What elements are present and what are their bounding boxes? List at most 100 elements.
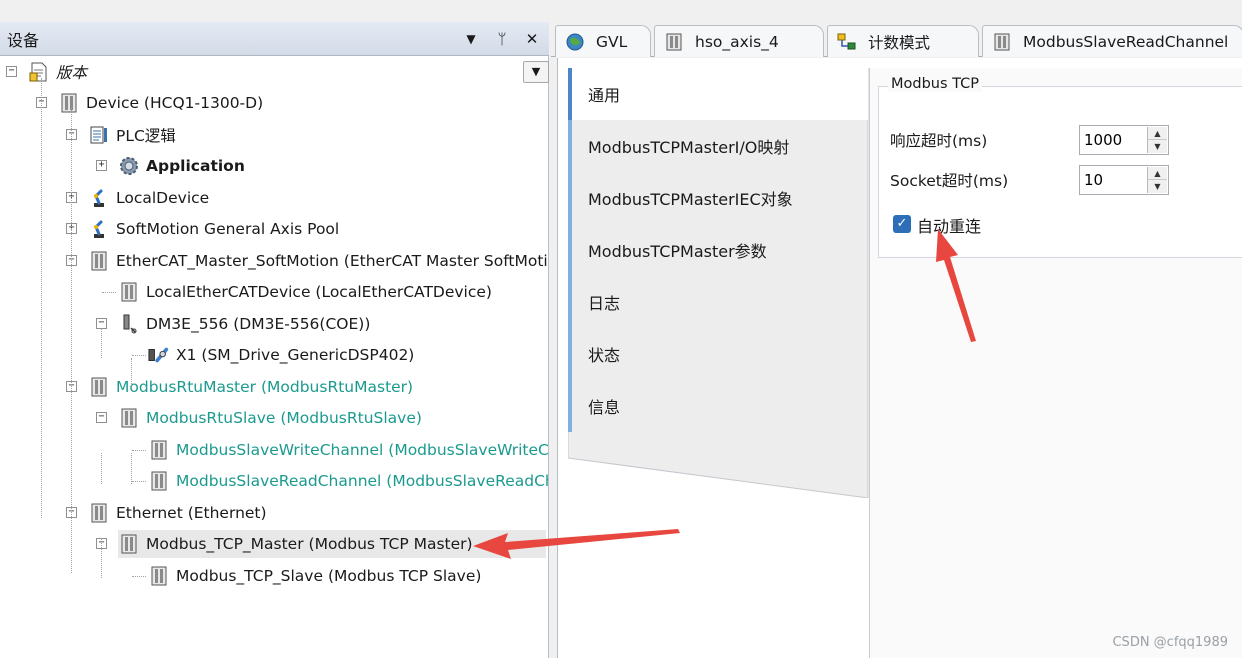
- tree-node[interactable]: ModbusSlaveWriteChannel (ModbusSlaveWrit…: [148, 436, 548, 464]
- robot-arm-icon: [88, 218, 110, 240]
- device-icon: [991, 31, 1013, 53]
- collapse-icon[interactable]: −: [96, 412, 107, 423]
- tree-node[interactable]: LocalEtherCATDevice (LocalEtherCATDevice…: [118, 278, 492, 306]
- tree-node[interactable]: X1 (SM_Drive_GenericDSP402): [148, 341, 414, 369]
- spin-down-icon[interactable]: ▼: [1148, 140, 1167, 153]
- device-tree: 版本 − Device (HCQ1-1300-D) − PLC逻辑 − Applicatio…: [0, 58, 548, 658]
- tree-connector: [71, 108, 72, 573]
- tree-node[interactable]: Modbus_TCP_Slave (Modbus TCP Slave): [148, 562, 481, 590]
- response-timeout-input[interactable]: [1082, 128, 1144, 152]
- config-tab-label: ModbusTCPMaster参数: [588, 242, 767, 261]
- spin-down-icon[interactable]: ▼: [1148, 180, 1167, 193]
- tree-node-label: X1 (SM_Drive_GenericDSP402): [176, 346, 415, 364]
- tree-node[interactable]: ModbusRtuMaster (ModbusRtuMaster): [88, 373, 413, 401]
- tree-node[interactable]: DM3E_556 (DM3E-556(COE)): [118, 310, 370, 338]
- tree-connector: [131, 358, 132, 388]
- device-icon: [88, 376, 110, 398]
- tree-node-label: ModbusRtuSlave (ModbusRtuSlave): [146, 409, 422, 427]
- config-tab[interactable]: ModbusTCPMasterI/O映射: [568, 120, 830, 172]
- expand-icon[interactable]: +: [96, 160, 107, 171]
- device-icon: [118, 407, 140, 429]
- device-icon: [663, 31, 685, 53]
- tree-connector: [101, 328, 102, 358]
- document-icon: [28, 61, 50, 83]
- socket-timeout-spinbox[interactable]: ▲ ▼: [1079, 165, 1169, 195]
- tree-node[interactable]: Device (HCQ1-1300-D): [58, 89, 263, 117]
- auto-reconnect-checkbox[interactable]: ✓: [893, 215, 911, 233]
- tab-label: ModbusSlaveReadChannel: [1023, 32, 1229, 51]
- device-icon: [58, 92, 80, 114]
- tree-connector: [101, 538, 102, 578]
- tab-label: hso_axis_4: [695, 32, 779, 51]
- tab-label: 计数模式: [868, 33, 931, 52]
- tree-node[interactable]: ModbusRtuSlave (ModbusRtuSlave): [118, 404, 422, 432]
- spin-up-icon[interactable]: ▲: [1148, 127, 1167, 140]
- panel-dropdown-icon[interactable]: ▼: [461, 29, 481, 49]
- config-tab[interactable]: ModbusTCPMasterIEC对象: [568, 172, 830, 224]
- drive-icon: [118, 313, 140, 335]
- tree-node-label: LocalDevice: [116, 189, 210, 207]
- config-tab[interactable]: ModbusTCPMaster参数: [568, 224, 830, 276]
- tree-connector: [131, 453, 132, 484]
- tree-node[interactable]: Modbus_TCP_Master (Modbus TCP Master): [118, 530, 546, 558]
- tree-node[interactable]: SoftMotion General Axis Pool: [88, 215, 339, 243]
- response-timeout-spinbox[interactable]: ▲ ▼: [1079, 125, 1169, 155]
- tree-node[interactable]: PLC逻辑: [88, 121, 176, 149]
- device-icon: [118, 281, 140, 303]
- tab-counting-mode[interactable]: 计数模式: [827, 25, 979, 57]
- config-tab-list: 通用 ModbusTCPMasterI/O映射 ModbusTCPMasterIEC…: [568, 68, 868, 498]
- tab-hso-axis-4[interactable]: hso_axis_4: [654, 25, 824, 57]
- groupbox-title: Modbus TCP: [888, 76, 983, 92]
- config-tab-label: ModbusTCPMasterIEC对象: [588, 190, 793, 209]
- tree-node-label: 版本: [56, 64, 88, 82]
- tree-node[interactable]: Ethernet (Ethernet): [88, 499, 267, 527]
- diagram-icon: [836, 31, 858, 53]
- config-tab[interactable]: 状态: [568, 328, 830, 380]
- tree-connector: [102, 292, 116, 293]
- tree-connector: [132, 576, 146, 577]
- spin-buttons: ▲ ▼: [1147, 167, 1167, 193]
- config-tab-label: 状态: [588, 346, 621, 365]
- config-tab[interactable]: 通用: [568, 68, 868, 120]
- device-icon: [148, 470, 170, 492]
- tab-gvl[interactable]: GVL: [555, 25, 651, 57]
- tree-node-label: ModbusSlaveWriteChannel (ModbusSlaveWrit…: [176, 441, 548, 459]
- tree-node-label: LocalEtherCATDevice (LocalEtherCATDevice…: [146, 283, 492, 301]
- tree-node[interactable]: Application: [118, 152, 245, 180]
- tree-node-label: Modbus_TCP_Master (Modbus TCP Master): [146, 535, 473, 553]
- watermark-text: CSDN @cfqq1989: [1112, 635, 1228, 650]
- config-tab[interactable]: 信息: [568, 380, 830, 432]
- config-tab-label: 通用: [588, 86, 621, 105]
- config-tab[interactable]: 日志: [568, 276, 830, 328]
- tree-node-label: ModbusRtuMaster (ModbusRtuMaster): [116, 378, 414, 396]
- auto-reconnect-label[interactable]: 自动重连: [917, 213, 981, 237]
- editor-tab-bar: GVL hso_axis_4 计数模式 ModbusSlaveReadChann…: [551, 22, 1242, 57]
- tree-node-label: Modbus_TCP_Slave (Modbus TCP Slave): [176, 567, 482, 585]
- pin-icon[interactable]: ᛘ: [492, 29, 512, 49]
- spin-up-icon[interactable]: ▲: [1148, 167, 1167, 180]
- response-timeout-label: 响应超时(ms): [890, 132, 988, 150]
- globe-icon: [564, 31, 586, 53]
- plc-logic-icon: [88, 124, 110, 146]
- tree-node-label: SoftMotion General Axis Pool: [116, 220, 340, 238]
- tree-node[interactable]: 版本: [28, 58, 87, 86]
- config-tab-label: ModbusTCPMasterI/O映射: [588, 138, 790, 157]
- gear-icon: [118, 155, 140, 177]
- tree-node-label: Ethernet (Ethernet): [116, 504, 267, 522]
- tree-node-label: ModbusSlaveReadChannel (ModbusSlaveReadC…: [176, 472, 548, 490]
- close-icon[interactable]: ✕: [522, 29, 542, 49]
- tab-label: GVL: [596, 32, 628, 51]
- socket-timeout-input[interactable]: [1082, 168, 1144, 192]
- tree-node[interactable]: ModbusSlaveReadChannel (ModbusSlaveReadC…: [148, 467, 548, 495]
- tree-node-label: EtherCAT_Master_SoftMotion (EtherCAT Mas…: [116, 252, 548, 270]
- tree-node[interactable]: EtherCAT_Master_SoftMotion (EtherCAT Mas…: [88, 247, 548, 275]
- tab-modbus-slave-read-channel[interactable]: ModbusSlaveReadChannel: [982, 25, 1242, 57]
- config-tab-label: 信息: [588, 398, 621, 417]
- collapse-icon[interactable]: −: [6, 66, 17, 77]
- tree-connector: [132, 355, 146, 356]
- general-config-area: Modbus TCP 响应超时(ms) ▲ ▼ Socket超时(ms) ▲ ▼: [869, 68, 1242, 658]
- spin-buttons: ▲ ▼: [1147, 127, 1167, 153]
- tree-node-label: Device (HCQ1-1300-D): [86, 94, 264, 112]
- tree-node[interactable]: LocalDevice: [88, 184, 209, 212]
- device-icon: [148, 565, 170, 587]
